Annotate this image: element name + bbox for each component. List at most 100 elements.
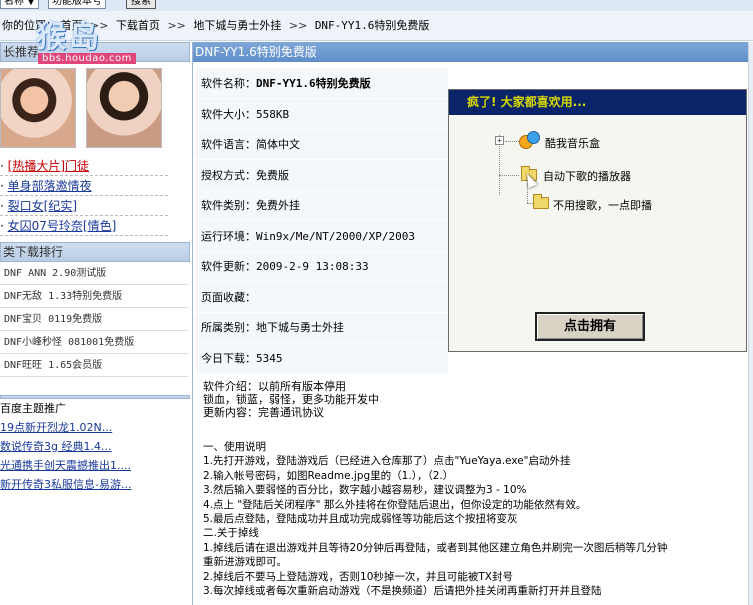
info-row: 授权方式：免费版 bbox=[195, 159, 448, 191]
info-row: 软件大小：558KB bbox=[195, 98, 448, 130]
page-title: DNF-YY1.6特别免费版 bbox=[193, 42, 753, 62]
info-cell: 运行环境：Win9x/Me/NT/2000/XP/2003 bbox=[195, 220, 448, 252]
info-row: 运行环境：Win9x/Me/NT/2000/XP/2003 bbox=[195, 220, 448, 252]
info-cell: 所属类别：地下城与勇士外挂 bbox=[195, 312, 448, 343]
breadcrumb-current: DNF-YY1.6特别免费版 bbox=[314, 19, 430, 32]
info-key: 软件类别： bbox=[201, 199, 256, 213]
info-key: 今日下载： bbox=[201, 351, 256, 365]
hot-link[interactable]: 裂口女[纪实] bbox=[8, 199, 77, 213]
info-cell: 今日下载：5345 bbox=[195, 342, 448, 374]
topic-header: 百度主题推广 bbox=[0, 402, 66, 415]
rank-item[interactable]: DNF无敌 1.33特别免费版 bbox=[0, 285, 188, 308]
info-value: 地下城与勇士外挂 bbox=[256, 321, 344, 335]
tree-item-player[interactable]: 自动下歌的播放器 bbox=[543, 168, 631, 184]
download-rank: 类下载排行 DNF ANN 2.90测试版 DNF无敌 1.33特别免费版 DN… bbox=[0, 242, 190, 377]
info-cell: 软件类别：免费外挂 bbox=[195, 190, 448, 221]
info-cell: 页面收藏： bbox=[195, 281, 448, 313]
instruction-line: 一、使用说明 bbox=[203, 441, 266, 453]
list-item: · 裂口女[纪实] bbox=[0, 196, 168, 216]
rank-item[interactable]: DNF ANN 2.90测试版 bbox=[0, 262, 188, 285]
info-value: 免费外挂 bbox=[256, 199, 300, 213]
hot-link[interactable]: 单身部落邀情夜 bbox=[8, 179, 92, 193]
info-key: 运行环境： bbox=[201, 229, 256, 243]
tree-line bbox=[505, 141, 519, 142]
info-value: 2009-2-9 13:08:33 bbox=[256, 260, 369, 274]
info-key: 软件大小： bbox=[201, 107, 256, 121]
software-intro: 软件介绍：以前所有版本停用 锁血，锁蓝，弱怪，更多功能开发中 更新内容：完善通讯… bbox=[203, 380, 751, 419]
rank-item[interactable]: DNF旺旺 1.65会员版 bbox=[0, 354, 188, 377]
list-item: · 女囚07号玲奈[情色] bbox=[0, 216, 168, 236]
left-sidebar: 长推荐 · [热播大片]门徒 · 单身部落邀情夜 · 裂口女[纪实] · 女囚0… bbox=[0, 42, 190, 605]
watermark-logo-text: 猴岛 bbox=[36, 20, 102, 55]
recommend-photos bbox=[0, 68, 190, 154]
search-type-select[interactable]: 名称 ▼ bbox=[0, 0, 39, 9]
scrollbar[interactable] bbox=[748, 42, 753, 605]
instruction-line: 2.输入帐号密码，如图Readme.jpg里的（1.），（2.） bbox=[203, 469, 454, 482]
info-key: 软件名称： bbox=[201, 77, 256, 90]
list-item: · [热播大片]门徒 bbox=[0, 156, 168, 176]
info-value: Win9x/Me/NT/2000/XP/2003 bbox=[256, 229, 415, 243]
topic-link[interactable]: 新开传奇3私服信息-易游... bbox=[0, 478, 131, 491]
recommend-photo-2[interactable] bbox=[86, 68, 162, 148]
rank-item[interactable]: DNF小峰秒怪 081001免费版 bbox=[0, 331, 188, 354]
ad-popup: 疯了! 大家都喜欢用... + 酷我音乐盒 自动下歌的播放器 不用搜歌，一点即播… bbox=[448, 89, 747, 352]
breadcrumb-separator: >> bbox=[288, 19, 308, 32]
info-cell: 软件名称：DNF-YY1.6特别免费版 bbox=[195, 68, 448, 99]
info-cell: 软件语言：简体中文 bbox=[195, 129, 448, 160]
instruction-line: 4.点上 "登陆后关闭程序" 那么外挂将在你登陆后退出，但你设定的功能依然有效。 bbox=[203, 498, 587, 511]
hot-link[interactable]: 女囚07号玲奈[情色] bbox=[8, 219, 117, 233]
instruction-line: 3.然后输入要弱怪的百分比，数字越小越容易秒，建议调整为3 - 10% bbox=[203, 484, 527, 497]
topic-link[interactable]: 19点新开烈龙1.02N... bbox=[0, 421, 112, 434]
info-value: 免费版 bbox=[256, 168, 289, 182]
expand-icon[interactable]: + bbox=[495, 136, 504, 145]
info-row: 软件更新：2009-2-9 13:08:33 bbox=[195, 251, 448, 282]
instruction-line: 2.掉线后不要马上登陆游戏，否则10秒掉一次，并且可能被TX封号 bbox=[203, 570, 513, 583]
list-item: · 单身部落邀情夜 bbox=[0, 176, 168, 196]
info-row: 页面收藏： bbox=[195, 281, 448, 313]
tree-line bbox=[499, 175, 519, 176]
intro-line: 锁血，锁蓝，弱怪，更多功能开发中 bbox=[203, 393, 379, 406]
info-row: 软件语言：简体中文 bbox=[195, 129, 448, 160]
info-row: 所属类别：地下城与勇士外挂 bbox=[195, 312, 448, 343]
topic-link[interactable]: 光通携手创天震撼推出1.... bbox=[0, 459, 131, 472]
instruction-line: 重新进游戏即可。 bbox=[203, 556, 287, 569]
info-cell: 授权方式：免费版 bbox=[195, 159, 448, 191]
rank-header: 类下载排行 bbox=[0, 242, 190, 262]
breadcrumb-separator: >> bbox=[167, 19, 186, 32]
popup-tree: + 酷我音乐盒 自动下歌的播放器 不用搜歌，一点即播 bbox=[449, 115, 746, 315]
popup-title: 疯了! 大家都喜欢用... bbox=[449, 90, 746, 115]
info-key: 所属类别： bbox=[201, 321, 256, 335]
music-box-icon bbox=[519, 131, 541, 151]
recommend-photo-1[interactable] bbox=[0, 68, 76, 148]
instruction-line: 5.最后点登陆，登陆成功并且成功完成弱怪等功能后这个按扭将变灰 bbox=[203, 513, 518, 526]
info-value: DNF-YY1.6特别免费版 bbox=[256, 77, 371, 90]
info-key: 页面收藏： bbox=[201, 290, 256, 304]
info-row: 今日下载：5345 bbox=[195, 342, 448, 374]
top-search-bar: 名称 ▼ 功能版本号 搜索 bbox=[0, 0, 753, 11]
search-scope-select[interactable]: 功能版本号 bbox=[48, 0, 106, 9]
info-key: 软件语言： bbox=[201, 138, 256, 152]
hot-link[interactable]: [热播大片]门徒 bbox=[8, 159, 89, 173]
watermark-url: bbs.houdao.com bbox=[38, 53, 136, 64]
search-button[interactable]: 搜索 bbox=[126, 0, 156, 9]
hot-links-list: · [热播大片]门徒 · 单身部落邀情夜 · 裂口女[纪实] · 女囚07号玲奈… bbox=[0, 156, 190, 236]
tree-line bbox=[527, 183, 528, 203]
topic-link[interactable]: 数说传奇3g 经典1.4... bbox=[0, 440, 111, 453]
info-value: 简体中文 bbox=[256, 138, 300, 152]
info-cell: 软件更新：2009-2-9 13:08:33 bbox=[195, 251, 448, 282]
info-key: 软件更新： bbox=[201, 260, 256, 274]
instruction-line: 二.关于掉线 bbox=[203, 527, 259, 540]
tree-item-instant-play[interactable]: 不用搜歌，一点即播 bbox=[553, 197, 652, 213]
rank-item[interactable]: DNF宝贝 0119免费版 bbox=[0, 308, 188, 331]
intro-line: 更新内容：完善通讯协议 bbox=[203, 406, 324, 419]
intro-line: 软件介绍：以前所有版本停用 bbox=[203, 380, 346, 393]
info-cell: 软件大小：558KB bbox=[195, 98, 448, 130]
instruction-line: 1.掉线后请在退出游戏并且等待20分钟后再登陆，或者到其他区建立角色并刷完一次图… bbox=[203, 541, 668, 554]
breadcrumb-category[interactable]: 地下城与勇士外挂 bbox=[193, 19, 281, 32]
software-info-table: 软件名称：DNF-YY1.6特别免费版 软件大小：558KB 软件语言：简体中文 授权… bbox=[195, 68, 448, 374]
get-it-button[interactable]: 点击拥有 bbox=[535, 312, 645, 341]
tree-item-music-box[interactable]: 酷我音乐盒 bbox=[545, 135, 600, 151]
watermark-logo: 猴岛 bbs.houdao.com bbox=[34, 12, 162, 66]
instruction-line: 1.先打开游戏，登陆游戏后（已经进入仓库那了）点击"YueYaya.exe"启动… bbox=[203, 455, 571, 468]
